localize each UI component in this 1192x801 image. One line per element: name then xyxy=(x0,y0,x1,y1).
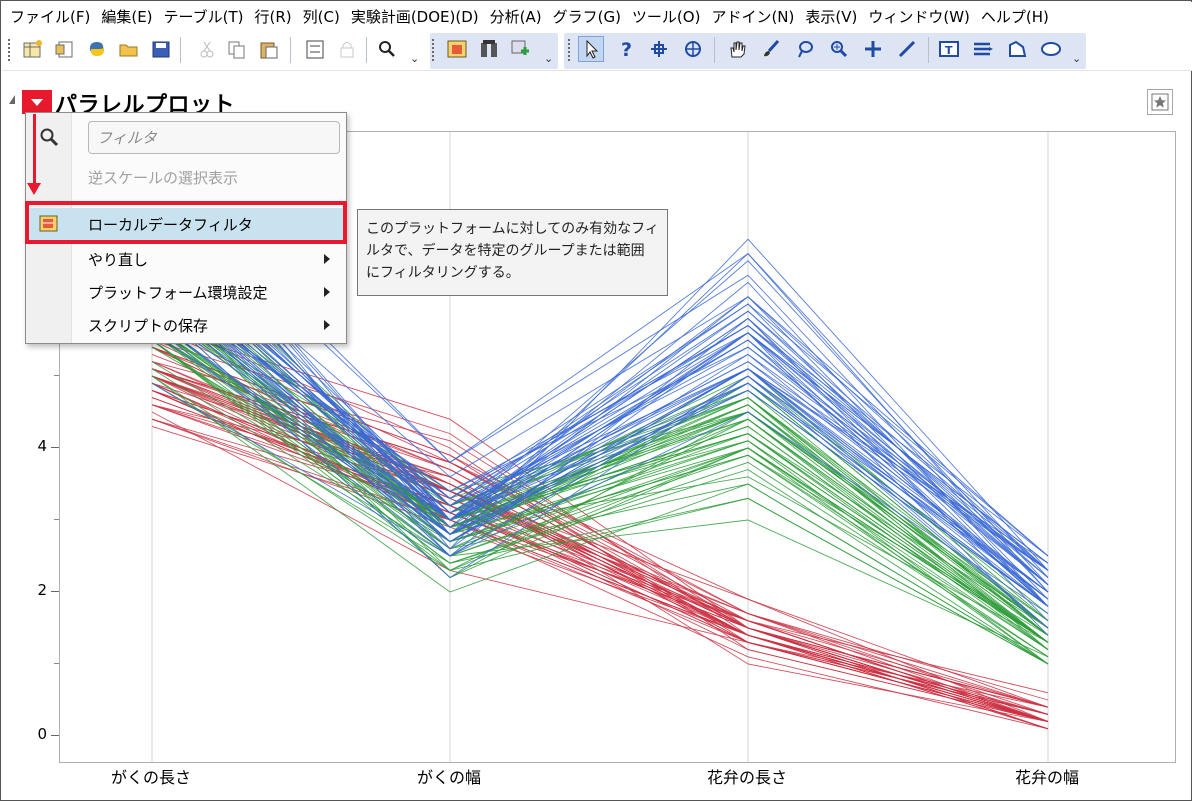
svg-text:?: ? xyxy=(621,39,632,59)
menu-item-10[interactable]: 表示(V) xyxy=(805,6,868,27)
annotation-arrow-head-icon xyxy=(27,183,41,195)
application-window: ファイル(F) 編集(E) テーブル(T) 行(R) 列(C) 実験計画(DOE)(D) 分… xyxy=(0,0,1192,801)
line-tool-icon[interactable] xyxy=(894,36,920,62)
brush-tool-icon[interactable] xyxy=(758,36,784,62)
filter-input[interactable] xyxy=(88,121,340,154)
y-minor-tick xyxy=(54,519,59,520)
annotation-arrow-line xyxy=(33,114,36,184)
crosshair-tool-icon[interactable] xyxy=(646,36,672,62)
y-tick-label: 0 xyxy=(37,725,47,743)
cut-icon[interactable] xyxy=(194,36,220,62)
menu-item-7[interactable]: グラフ(G) xyxy=(553,6,632,27)
help-tool-icon[interactable]: ? xyxy=(614,36,640,62)
open-folder-icon[interactable] xyxy=(116,36,142,62)
menu-item-1[interactable]: 編集(E) xyxy=(101,6,163,27)
lasso-tool-icon[interactable] xyxy=(792,36,818,62)
list-tool-icon[interactable] xyxy=(970,36,996,62)
save-icon[interactable] xyxy=(148,36,174,62)
copy-icon[interactable] xyxy=(224,36,250,62)
star-icon[interactable] xyxy=(1147,89,1173,115)
menu-item-reverse-scale[interactable]: 逆スケールの選択表示 xyxy=(26,161,346,193)
parallel-line-setosa xyxy=(151,325,1049,715)
y-tick-label: 2 xyxy=(37,581,47,599)
y-tick-mark xyxy=(51,591,59,592)
text-tool-icon[interactable]: T xyxy=(936,36,962,62)
chevron-down-icon xyxy=(31,98,43,106)
tooltip: このプラットフォームに対してのみ有効なフィ ルタで、データを特定のグループまたは… xyxy=(357,209,668,296)
x-axis-label: がくの幅 xyxy=(416,768,481,787)
menu-item-4[interactable]: 列(C) xyxy=(303,6,351,27)
menu-item-platform-preferences[interactable]: プラットフォーム環境設定 xyxy=(26,276,346,308)
add-icon[interactable] xyxy=(508,36,534,62)
menu-item-redo[interactable]: やり直し xyxy=(26,243,346,275)
menu-item-8[interactable]: ツール(O) xyxy=(632,6,712,27)
disclosure-triangle-icon[interactable] xyxy=(9,95,15,104)
fit-window-icon[interactable] xyxy=(302,36,328,62)
toolbar-grip[interactable] xyxy=(432,39,435,61)
search-icon xyxy=(39,127,61,153)
y-tick-label: 4 xyxy=(37,437,47,455)
y-minor-tick xyxy=(54,375,59,376)
menu-item-label: スクリプトの保存 xyxy=(88,316,209,335)
target-tool-icon[interactable] xyxy=(680,36,706,62)
menu-bar: ファイル(F) 編集(E) テーブル(T) 行(R) 列(C) 実験計画(DOE)(D) 分… xyxy=(2,2,1192,31)
menu-item-label: プラットフォーム環境設定 xyxy=(88,283,268,302)
search-icon[interactable] xyxy=(374,36,400,62)
data-table-icon[interactable] xyxy=(444,36,470,62)
parallel-line-virginica xyxy=(151,303,1049,607)
ellipse-tool-icon[interactable] xyxy=(1038,36,1064,62)
submenu-arrow-icon xyxy=(324,287,330,297)
submenu-arrow-icon xyxy=(324,254,330,264)
x-axis-label: 花弁の幅 xyxy=(1014,768,1079,787)
column-icon[interactable] xyxy=(476,36,502,62)
y-tick-mark xyxy=(51,735,59,736)
zoom-tool-icon[interactable] xyxy=(826,36,852,62)
y-minor-tick xyxy=(54,663,59,664)
toolbar-grip[interactable] xyxy=(8,39,11,61)
toolbar-grip[interactable] xyxy=(568,39,571,61)
new-script-icon[interactable] xyxy=(52,36,78,62)
new-data-table-icon[interactable] xyxy=(20,36,46,62)
hand-tool-icon[interactable] xyxy=(724,36,750,62)
x-axis-label: がくの長さ xyxy=(110,768,191,787)
tooltip-line: にフィルタリングする。 xyxy=(366,265,520,281)
shape-tool-icon[interactable] xyxy=(1004,36,1030,62)
annotation-highlight-box xyxy=(25,201,347,244)
menu-item-2[interactable]: テーブル(T) xyxy=(164,6,255,27)
menu-item-0[interactable]: ファイル(F) xyxy=(10,6,101,27)
arrow-tool-icon[interactable] xyxy=(578,36,604,62)
menu-item-11[interactable]: ウィンドウ(W) xyxy=(868,6,981,27)
tooltip-line: ルタで、データを特定のグループまたは範囲 xyxy=(366,243,645,259)
toolbar: ⌄ ⌄ ? T ⌄ xyxy=(2,31,1192,71)
tooltip-line: このプラットフォームに対してのみ有効なフィ xyxy=(366,221,659,237)
red-triangle-menu-button[interactable] xyxy=(22,90,52,114)
menu-item-label: やり直し xyxy=(88,250,149,269)
python-icon[interactable] xyxy=(84,36,110,62)
paste-icon[interactable] xyxy=(256,36,282,62)
menu-item-6[interactable]: 分析(A) xyxy=(490,6,553,27)
lock-icon[interactable] xyxy=(334,36,360,62)
submenu-arrow-icon xyxy=(324,320,330,330)
menu-item-9[interactable]: アドイン(N) xyxy=(711,6,805,27)
menu-item-5[interactable]: 実験計画(DOE)(D) xyxy=(351,6,490,27)
menu-item-label: 逆スケールの選択表示 xyxy=(88,168,239,187)
x-axis-label: 花弁の長さ xyxy=(706,768,787,787)
y-tick-mark xyxy=(51,447,59,448)
plus-tool-icon[interactable] xyxy=(860,36,886,62)
menu-item-12[interactable]: ヘルプ(H) xyxy=(981,6,1060,27)
menu-item-3[interactable]: 行(R) xyxy=(255,6,303,27)
menu-item-save-script[interactable]: スクリプトの保存 xyxy=(26,309,346,341)
svg-text:T: T xyxy=(945,44,953,57)
